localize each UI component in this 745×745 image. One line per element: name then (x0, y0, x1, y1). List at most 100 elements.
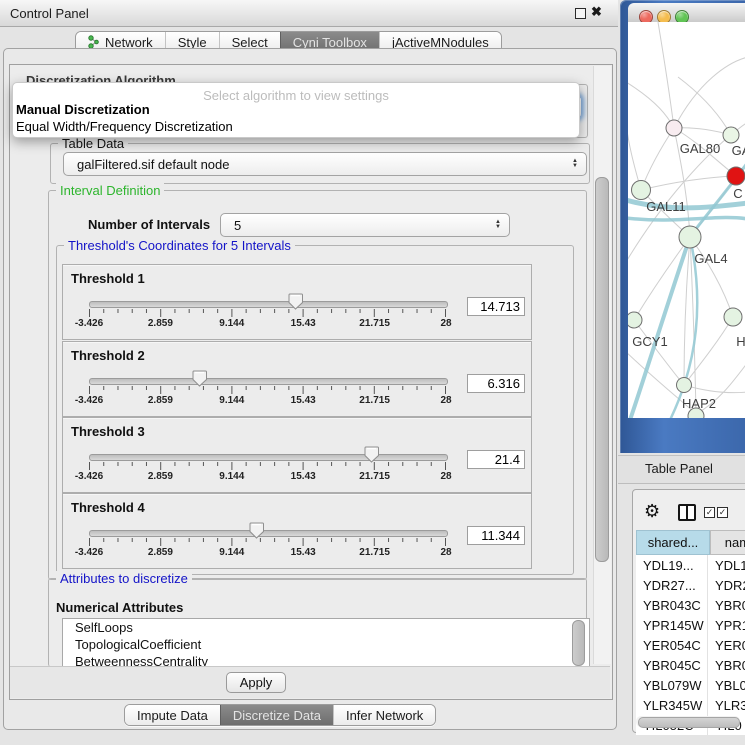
attributes-list-scrollbar[interactable] (572, 620, 585, 666)
close-icon[interactable]: ✖ (591, 4, 602, 20)
threshold-label: Threshold 1 (71, 271, 145, 286)
network-edge (641, 176, 736, 190)
slider-track[interactable] (89, 530, 448, 537)
table-row[interactable]: YDL19...YDL1 (636, 555, 745, 575)
slider-handle[interactable] (364, 446, 379, 463)
threshold-value-field[interactable] (467, 374, 525, 393)
slider-handle[interactable] (192, 370, 207, 387)
tab-infer-network[interactable]: Infer Network (333, 705, 435, 725)
slider-tick-label: 2.859 (148, 395, 173, 406)
table-cell: YDL1 (708, 555, 745, 575)
thresholds-group-title: Threshold's Coordinates for 5 Intervals (64, 238, 295, 253)
table-cell: YDR27... (636, 575, 708, 595)
table-cell: YBR0 (708, 595, 745, 615)
attribute-list-item[interactable]: SelfLoops (63, 619, 589, 636)
slider-ticks (89, 462, 447, 471)
threshold-value-field[interactable] (467, 450, 525, 469)
slider-tick-label: 28 (440, 471, 451, 482)
threshold-value-field[interactable] (467, 526, 525, 545)
tab-label: Infer Network (346, 708, 423, 723)
GAL11-node[interactable] (632, 181, 651, 200)
checkbox-icon[interactable]: ✓ (717, 507, 728, 518)
combobox-stepper-icon: ▲▼ (491, 220, 505, 230)
algorithm-dropdown-popup: Select algorithm to view settings Manual… (12, 82, 580, 138)
table-row[interactable]: YPR145WYPR1 (636, 615, 745, 635)
node-label: GAL4 (694, 251, 727, 266)
slider-tick-label: 9.144 (219, 395, 244, 406)
H-node[interactable] (724, 308, 742, 326)
table-hscrollbar-thumb[interactable] (638, 717, 740, 728)
GAL80-node[interactable] (666, 120, 682, 136)
slider-tick-label: 15.43 (291, 547, 316, 558)
table-cell: YBR043C (636, 595, 708, 615)
screen: Control Panel ✖ NetworkStyleSelectCyni T… (0, 0, 745, 745)
number-of-intervals-combobox[interactable]: 5 ▲▼ (220, 213, 510, 237)
number-of-intervals-label: Number of Intervals (88, 217, 210, 232)
network-edge (628, 122, 641, 190)
dropdown-option[interactable]: Equal Width/Frequency Discretization (16, 119, 233, 134)
table-header-shared[interactable]: shared... (636, 530, 710, 555)
slider-handle[interactable] (288, 293, 303, 310)
table-row[interactable]: YDR27...YDR2 (636, 575, 745, 595)
gear-icon[interactable]: ⚙ (644, 502, 660, 520)
tab-impute-data[interactable]: Impute Data (125, 705, 220, 725)
table-row[interactable]: YLR345WYLR3 (636, 695, 745, 715)
table-data-combobox[interactable]: galFiltered.sif default node ▲▼ (63, 152, 587, 176)
table-row[interactable]: YBR045CYBR0 (636, 655, 745, 675)
table-cell: YER0 (708, 635, 745, 655)
threshold-panel: Threshold 2-3.4262.8599.14415.4321.71528 (62, 341, 532, 417)
table-row[interactable]: YBL079WYBL0 (636, 675, 745, 695)
slider-handle[interactable] (249, 522, 264, 539)
network-edge (641, 128, 674, 190)
GCY1-node[interactable] (628, 312, 642, 328)
upper-right-node[interactable] (723, 127, 739, 143)
apply-button[interactable]: Apply (226, 672, 286, 693)
tab-label: Discretize Data (233, 708, 321, 723)
network-edge (674, 57, 745, 128)
slider-track[interactable] (89, 454, 448, 461)
node-label: C (733, 186, 742, 201)
slider-tick-label: 2.859 (148, 471, 173, 482)
panel-scrollbar-thumb[interactable] (595, 177, 609, 562)
float-window-icon[interactable] (575, 8, 586, 19)
GAL4-node[interactable] (679, 226, 701, 248)
table-cell: YBR045C (636, 655, 708, 675)
threshold-value-field[interactable] (467, 297, 525, 316)
table-row[interactable]: YER054CYER0 (636, 635, 745, 655)
table-cell: YPR1 (708, 615, 745, 635)
dropdown-option[interactable]: Manual Discretization (16, 102, 150, 117)
slider-tick-label: -3.426 (75, 471, 103, 482)
table-data-combobox-value: galFiltered.sif default node (64, 157, 568, 172)
selected-red-node[interactable] (727, 167, 745, 185)
table-panel-title: Table Panel (645, 461, 713, 476)
network-edge (628, 82, 674, 128)
slider-ticks (89, 386, 447, 395)
numerical-attributes-list[interactable]: SelfLoopsTopologicalCoefficientBetweenne… (62, 618, 590, 668)
node-label: H (736, 334, 745, 349)
interval-definition-title: Interval Definition (56, 183, 164, 198)
checkbox-icon[interactable]: ✓ (704, 507, 715, 518)
network-edge (678, 77, 731, 135)
table-cell: YPR145W (636, 615, 708, 635)
table-cell: YDL19... (636, 555, 708, 575)
slider-tick-label: 21.715 (359, 318, 390, 329)
tab-discretize-data[interactable]: Discretize Data (220, 705, 333, 725)
table-header-name[interactable]: name (710, 530, 745, 555)
slider-track[interactable] (89, 301, 448, 308)
network-view-canvas[interactable]: GAL80GACGAL11GAL4GCY1HHAP2 (628, 22, 745, 418)
tab-label: Impute Data (137, 708, 208, 723)
attribute-list-item[interactable]: TopologicalCoefficient (63, 636, 589, 653)
split-columns-icon[interactable] (678, 504, 696, 521)
table-row[interactable]: YBR043CYBR0 (636, 595, 745, 615)
node-attribute-table: shared...name YDL19...YDL1YDR27...YDR2YB… (636, 530, 745, 735)
numerical-attributes-label: Numerical Attributes (56, 600, 183, 615)
slider-track[interactable] (89, 378, 448, 385)
table-cell: YDR2 (708, 575, 745, 595)
slider-tick-label: -3.426 (75, 318, 103, 329)
HAP2-node[interactable] (677, 378, 692, 393)
slider-tick-label: 15.43 (291, 395, 316, 406)
threshold-label: Threshold 3 (71, 424, 145, 439)
slider-tick-label: -3.426 (75, 547, 103, 558)
table-cell: YBL0 (708, 675, 745, 695)
network-edge (684, 385, 745, 393)
